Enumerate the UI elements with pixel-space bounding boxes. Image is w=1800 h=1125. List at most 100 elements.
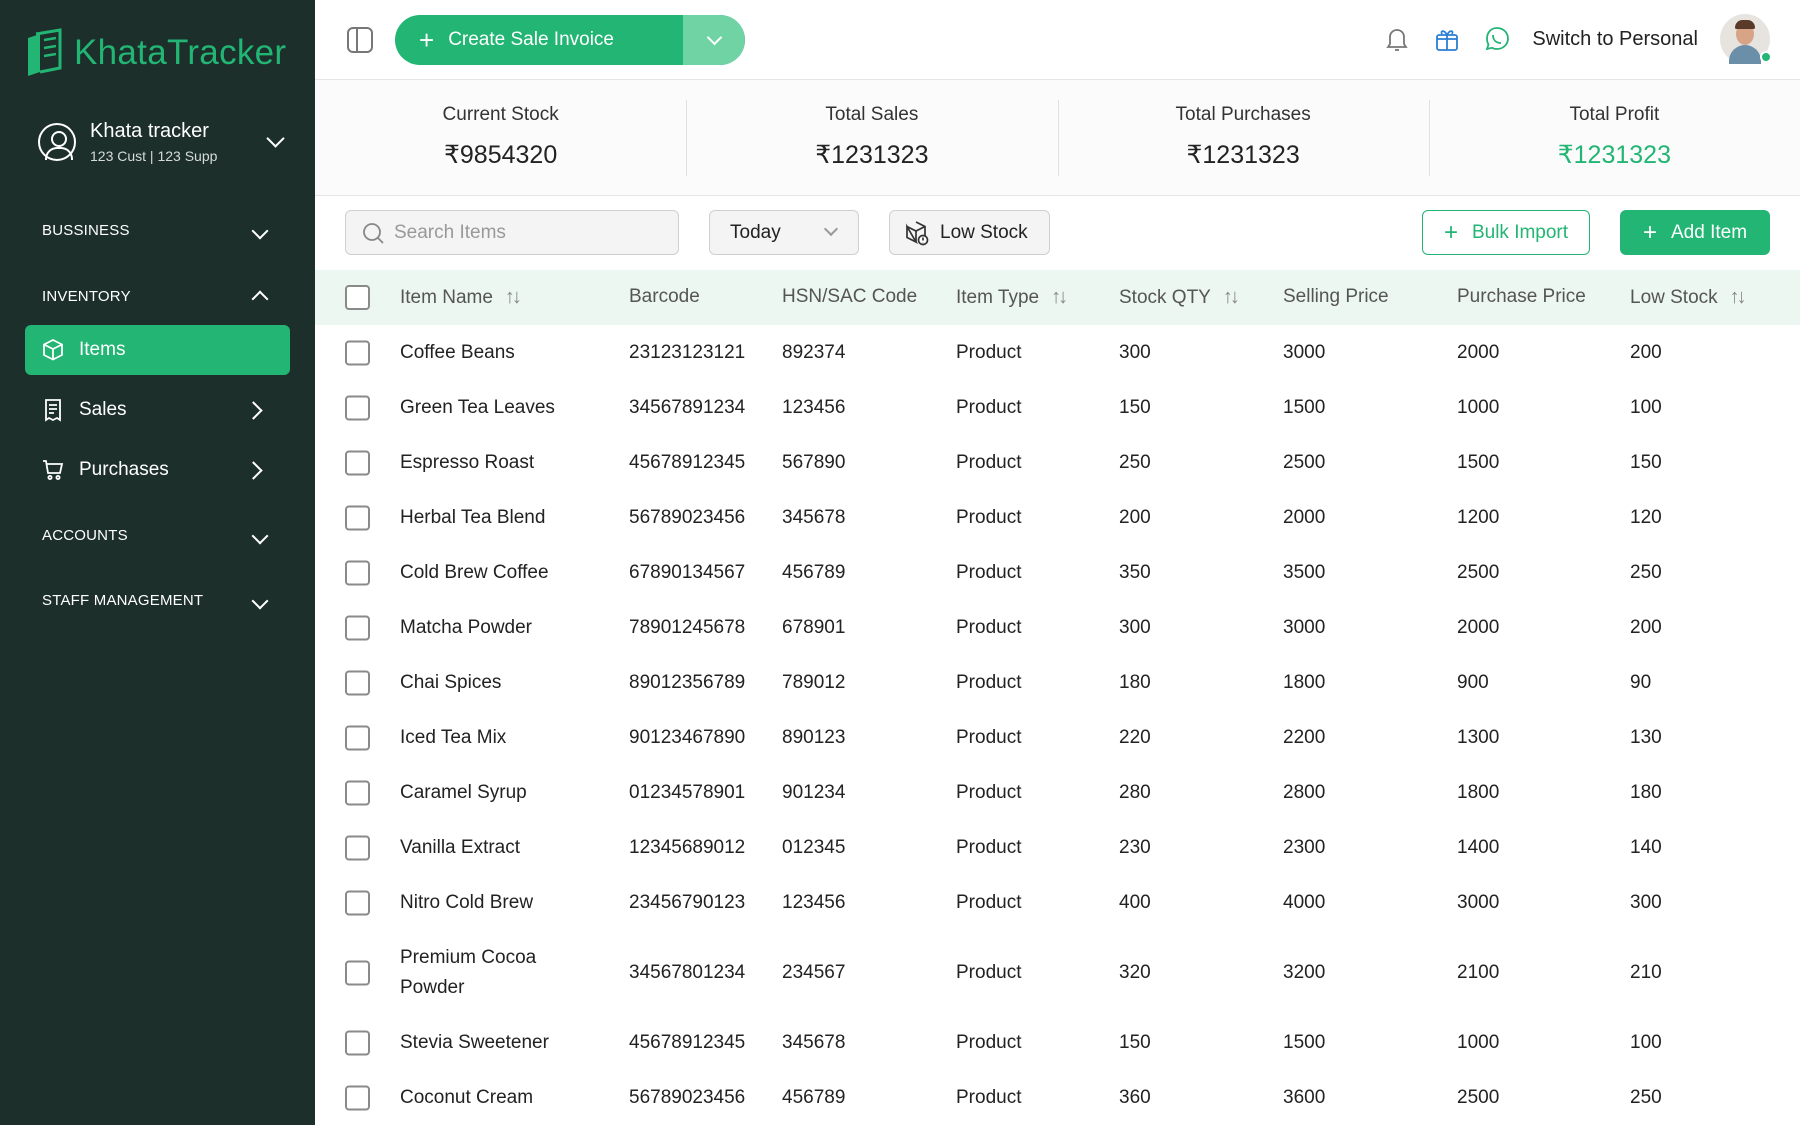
bell-icon[interactable] bbox=[1382, 24, 1412, 54]
table-row[interactable]: Cold Brew Coffee 67890134567 456789 Product… bbox=[315, 545, 1800, 600]
column-header-label: Item Type bbox=[956, 287, 1040, 308]
column-header-item-name[interactable]: Item Name ↑↓ bbox=[400, 286, 522, 309]
cell-hsn: 789012 bbox=[782, 671, 846, 693]
table-header: Item Name ↑↓ Barcode HSN/SAC Code Item Ty… bbox=[315, 270, 1800, 325]
table-row[interactable]: Espresso Roast 45678912345 567890 Product 25… bbox=[315, 435, 1800, 490]
cell-barcode: 34567891234 bbox=[629, 396, 746, 418]
search-input[interactable] bbox=[394, 221, 654, 244]
cell-type: Product bbox=[956, 836, 1022, 858]
table-row[interactable]: Chai Spices 89012356789 789012 Product 180 18… bbox=[315, 655, 1800, 710]
cell-purchase: 1000 bbox=[1457, 1031, 1500, 1053]
cell-type: Product bbox=[956, 726, 1022, 748]
cell-type: Product bbox=[956, 781, 1022, 803]
table-row[interactable]: Green Tea Leaves 34567891234 123456 Product… bbox=[315, 380, 1800, 435]
cell-selling: 3500 bbox=[1283, 561, 1326, 583]
cell-stock: 150 bbox=[1119, 1031, 1151, 1053]
create-sale-invoice-button[interactable]: + Create Sale Invoice bbox=[395, 15, 745, 65]
row-checkbox[interactable] bbox=[345, 1030, 370, 1055]
table-row[interactable]: Coconut Cream 56789023456 456789 Product 360… bbox=[315, 1070, 1800, 1125]
cell-purchase: 900 bbox=[1457, 671, 1489, 693]
table-row[interactable]: Vanilla Extract 12345689012 012345 Product 2… bbox=[315, 820, 1800, 875]
row-checkbox[interactable] bbox=[345, 340, 370, 365]
table-row[interactable]: Caramel Syrup 01234578901 901234 Product 280… bbox=[315, 765, 1800, 820]
sidebar-item-label: Purchases bbox=[79, 459, 169, 480]
bulk-import-button[interactable]: + Bulk Import bbox=[1422, 210, 1590, 255]
cell-type: Product bbox=[956, 506, 1022, 528]
row-checkbox[interactable] bbox=[345, 725, 370, 750]
period-select[interactable]: Today bbox=[709, 210, 859, 255]
row-checkbox[interactable] bbox=[345, 505, 370, 530]
table-row[interactable]: Nitro Cold Brew 23456790123 123456 Product 4… bbox=[315, 875, 1800, 930]
table-row[interactable]: Stevia Sweetener 45678912345 345678 Product… bbox=[315, 1015, 1800, 1070]
business-profile-switcher[interactable]: Khata tracker 123 Cust | 123 Supp bbox=[38, 120, 288, 164]
sort-icon[interactable]: ↑↓ bbox=[1730, 286, 1747, 309]
plus-icon: + bbox=[1642, 218, 1657, 246]
table-row[interactable]: Herbal Tea Blend 56789023456 345678 Product… bbox=[315, 490, 1800, 545]
switch-to-personal-link[interactable]: Switch to Personal bbox=[1532, 28, 1698, 51]
cell-low: 100 bbox=[1630, 396, 1662, 418]
sidebar-toggle-icon[interactable] bbox=[347, 27, 373, 53]
row-checkbox[interactable] bbox=[345, 835, 370, 860]
row-checkbox[interactable] bbox=[345, 670, 370, 695]
stat-label: Current Stock bbox=[442, 104, 559, 125]
row-checkbox[interactable] bbox=[345, 560, 370, 585]
column-header-item-type[interactable]: Item Type ↑↓ bbox=[956, 286, 1068, 309]
sidebar-item-purchases[interactable]: Purchases bbox=[25, 445, 290, 495]
row-checkbox[interactable] bbox=[345, 960, 370, 985]
nav-section-accounts[interactable]: ACCOUNTS bbox=[42, 527, 272, 544]
nav-section-label: STAFF MANAGEMENT bbox=[42, 592, 204, 609]
cell-low: 150 bbox=[1630, 451, 1662, 473]
stat-value: ₹1231323 bbox=[1557, 141, 1671, 169]
column-header-stock-qty[interactable]: Stock QTY ↑↓ bbox=[1119, 286, 1240, 309]
sort-icon[interactable]: ↑↓ bbox=[1051, 286, 1068, 309]
table-row[interactable]: Coffee Beans 23123123121 892374 Product 300 3… bbox=[315, 325, 1800, 380]
cell-hsn: 234567 bbox=[782, 961, 846, 983]
cell-purchase: 2500 bbox=[1457, 1086, 1500, 1108]
add-item-button[interactable]: + Add Item bbox=[1620, 210, 1770, 255]
cell-barcode: 01234578901 bbox=[629, 781, 746, 803]
row-checkbox[interactable] bbox=[345, 395, 370, 420]
cell-purchase: 3000 bbox=[1457, 891, 1500, 913]
cell-barcode: 56789023456 bbox=[629, 506, 746, 528]
search-field[interactable] bbox=[345, 210, 679, 255]
create-options-dropdown[interactable] bbox=[683, 15, 745, 65]
sidebar-item-sales[interactable]: Sales bbox=[25, 385, 290, 435]
table-row[interactable]: Matcha Powder 78901245678 678901 Product 300… bbox=[315, 600, 1800, 655]
nav-section-business[interactable]: BUSSINESS bbox=[42, 222, 272, 239]
cell-hsn: 567890 bbox=[782, 451, 846, 473]
user-avatar[interactable] bbox=[1720, 14, 1772, 64]
app-logo[interactable]: KhataTracker bbox=[24, 28, 286, 78]
logo-icon bbox=[28, 28, 62, 76]
table-row[interactable]: Premium Cocoa Powder 34567801234 234567 Pro… bbox=[315, 930, 1800, 1015]
cell-purchase: 2100 bbox=[1457, 961, 1500, 983]
whatsapp-icon[interactable] bbox=[1482, 24, 1512, 54]
sort-icon[interactable]: ↑↓ bbox=[505, 286, 522, 309]
column-header-label: Stock QTY bbox=[1119, 287, 1211, 308]
row-checkbox[interactable] bbox=[345, 615, 370, 640]
table-row[interactable]: Iced Tea Mix 90123467890 890123 Product 220 2… bbox=[315, 710, 1800, 765]
cell-item-name: Espresso Roast bbox=[400, 451, 535, 473]
row-checkbox[interactable] bbox=[345, 890, 370, 915]
cell-type: Product bbox=[956, 561, 1022, 583]
row-checkbox[interactable] bbox=[345, 1085, 370, 1110]
sidebar-item-items[interactable]: Items bbox=[25, 325, 290, 375]
cell-selling: 2800 bbox=[1283, 781, 1326, 803]
cell-item-name: Iced Tea Mix bbox=[400, 726, 507, 748]
cell-selling: 3000 bbox=[1283, 616, 1326, 638]
cell-stock: 180 bbox=[1119, 671, 1151, 693]
select-all-checkbox[interactable] bbox=[345, 285, 370, 310]
nav-section-inventory[interactable]: INVENTORY bbox=[42, 287, 272, 308]
low-stock-filter-button[interactable]: Low Stock bbox=[889, 210, 1050, 255]
nav-section-staff-management[interactable]: STAFF MANAGEMENT bbox=[42, 592, 272, 609]
nav-section-label: INVENTORY bbox=[42, 287, 131, 305]
add-item-label: Add Item bbox=[1670, 221, 1748, 243]
row-checkbox[interactable] bbox=[345, 780, 370, 805]
gift-icon[interactable] bbox=[1432, 24, 1462, 54]
stat-value: ₹9854320 bbox=[444, 141, 558, 169]
row-checkbox[interactable] bbox=[345, 450, 370, 475]
column-header-low-stock[interactable]: Low Stock ↑↓ bbox=[1630, 286, 1747, 309]
cell-item-name: Cold Brew Coffee bbox=[400, 561, 549, 583]
sort-icon[interactable]: ↑↓ bbox=[1223, 286, 1240, 309]
nav-section-label: BUSSINESS bbox=[42, 222, 130, 239]
cell-barcode: 45678912345 bbox=[629, 1031, 746, 1053]
